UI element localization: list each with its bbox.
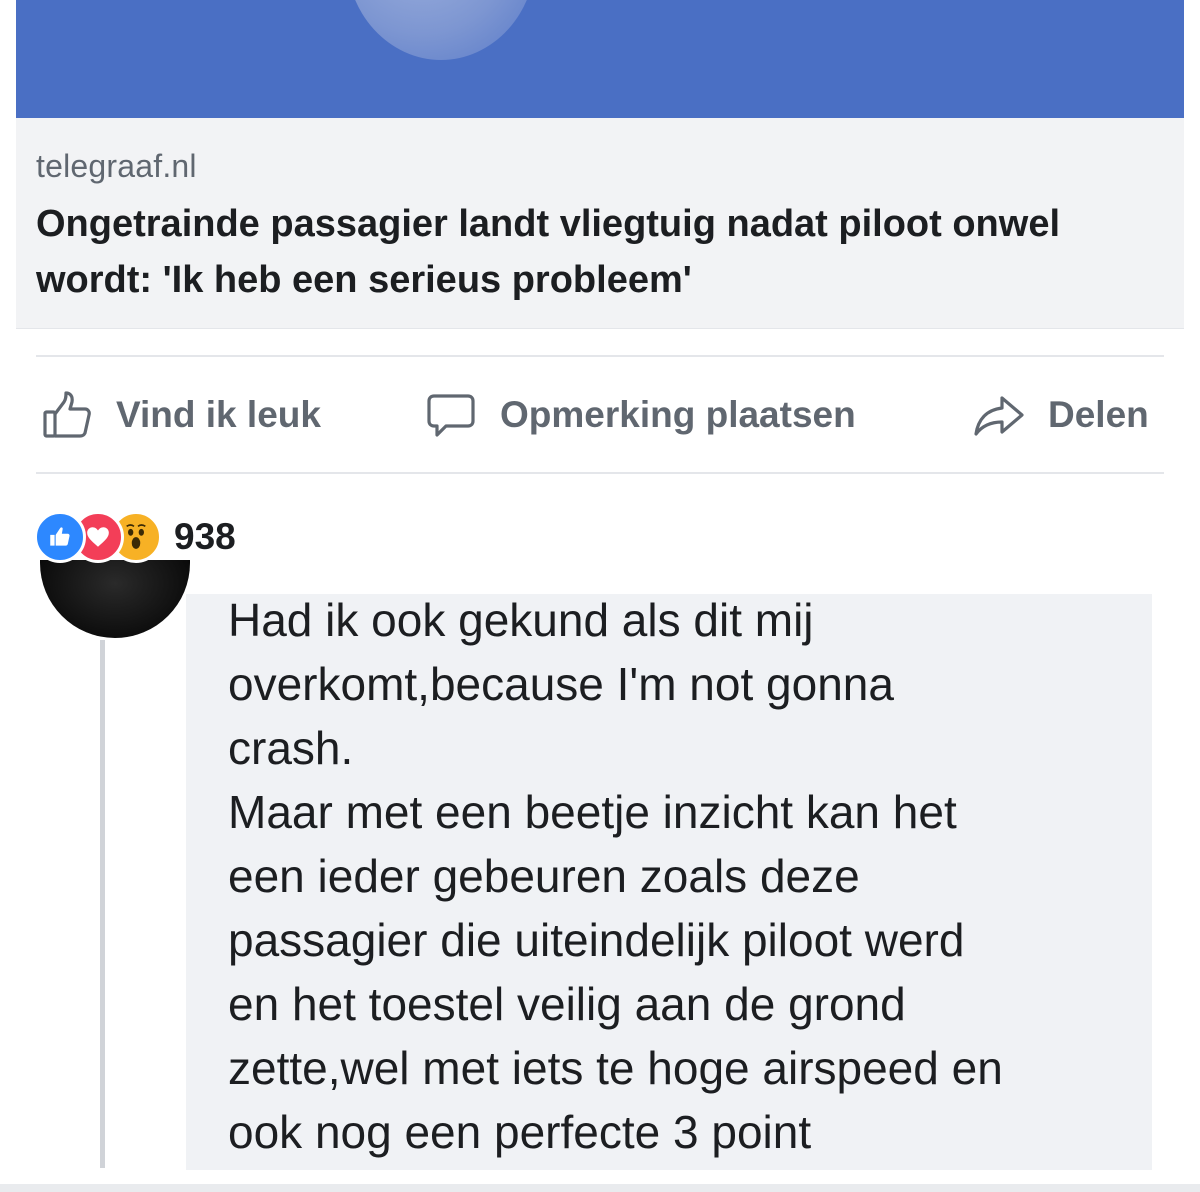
link-preview-image[interactable] — [16, 0, 1184, 118]
speech-bubble-icon — [424, 388, 478, 442]
post-action-bar: Vind ik leuk Opmerking plaatsen Delen — [0, 358, 1200, 472]
share-button[interactable]: Delen — [972, 358, 1149, 472]
like-button[interactable]: Vind ik leuk — [40, 358, 321, 472]
like-label: Vind ik leuk — [116, 394, 321, 435]
comment-text: Had ik ook gekund als dit mij overkomt,b… — [228, 594, 1003, 1158]
comment-label: Opmerking plaatsen — [500, 394, 856, 435]
divider-top — [36, 355, 1164, 357]
comment-bubble: Had ik ook gekund als dit mij overkomt,b… — [186, 594, 1152, 1170]
reaction-count: 938 — [174, 516, 236, 557]
reactions-summary[interactable]: 938 — [34, 510, 236, 564]
thumbs-up-icon — [40, 388, 94, 442]
avatar[interactable] — [40, 560, 190, 638]
share-arrow-icon — [972, 388, 1026, 442]
thread-line — [100, 640, 105, 1168]
divider-bottom — [36, 472, 1164, 474]
comment-button[interactable]: Opmerking plaatsen — [424, 358, 856, 472]
moon-graphic — [346, 0, 536, 60]
link-domain: telegraaf.nl — [36, 148, 197, 184]
share-label: Delen — [1048, 394, 1149, 435]
link-preview-card[interactable]: telegraaf.nl Ongetrainde passagier landt… — [16, 118, 1184, 329]
link-title[interactable]: Ongetrainde passagier landt vliegtuig na… — [36, 196, 1156, 308]
like-reaction-icon — [34, 511, 86, 563]
bottom-edge — [0, 1184, 1200, 1192]
